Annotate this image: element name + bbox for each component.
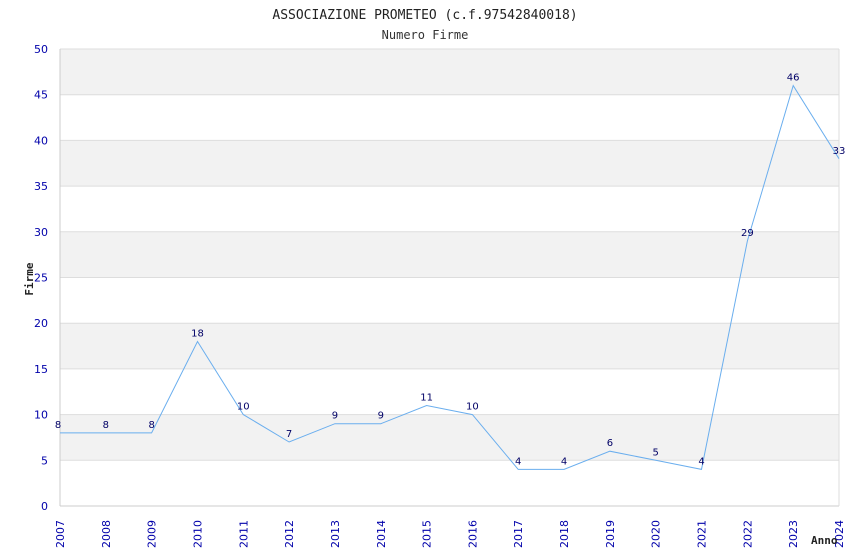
y-tick-label: 25: [34, 272, 48, 285]
band: [60, 231, 839, 278]
data-label: 9: [332, 411, 338, 422]
data-label: 10: [466, 402, 479, 413]
x-tick-label: 2022: [741, 520, 754, 548]
x-tick-label: 2007: [54, 520, 67, 548]
x-tick-label: 2015: [421, 520, 434, 548]
y-tick-label: 40: [34, 134, 48, 147]
band: [60, 323, 839, 369]
data-label: 5: [653, 447, 659, 458]
data-label: 4: [561, 456, 567, 467]
y-tick-label: 5: [41, 454, 48, 467]
y-tick-label: 35: [34, 180, 48, 193]
x-tick-label: 2012: [283, 520, 296, 548]
x-tick-label: 2013: [329, 520, 342, 548]
x-tick-label: 2009: [146, 520, 159, 548]
band: [60, 140, 839, 187]
y-tick-label: 30: [34, 226, 48, 239]
data-label: 11: [420, 392, 433, 403]
y-tick-labels: 0 5 10 15 20 25 30 35 40 45 50: [34, 43, 48, 513]
x-tick-label: 2014: [375, 520, 388, 548]
x-tick-label: 2021: [696, 520, 709, 548]
data-label: 4: [698, 456, 704, 467]
data-label: 10: [237, 402, 250, 413]
y-tick-label: 50: [34, 43, 48, 56]
x-tick-label: 2020: [650, 520, 663, 548]
line-chart: 05101520253035404550 2007 2008 2009 2010 201…: [23, 8, 846, 548]
y-tick-label: 45: [34, 89, 48, 102]
data-label: 33: [833, 146, 846, 157]
data-label: 8: [55, 420, 61, 431]
data-label: 46: [787, 73, 800, 84]
x-tick-label: 2017: [512, 520, 525, 548]
data-label: 29: [741, 228, 754, 239]
y-tick-label: 0: [41, 500, 48, 513]
data-label: 7: [286, 429, 292, 440]
x-tick-label: 2018: [558, 520, 571, 548]
data-label: 4: [515, 456, 521, 467]
x-tick-label: 2008: [100, 520, 113, 548]
x-tick-label: 2010: [191, 520, 204, 548]
y-tick-label: 10: [34, 409, 48, 422]
x-tick-label: 2016: [466, 520, 479, 548]
data-label: 9: [378, 411, 384, 422]
band: [60, 414, 839, 461]
y-tick-label: 20: [34, 317, 48, 330]
x-axis-title: Anno: [811, 534, 838, 547]
data-label: 8: [103, 420, 109, 431]
y-axis-title: Firme: [23, 262, 36, 295]
chart-subtitle: Numero Firme: [382, 28, 469, 42]
data-label: 8: [148, 420, 154, 431]
chart-title: ASSOCIAZIONE PROMETEO (c.f.97542840018): [272, 8, 577, 23]
data-label: 6: [607, 438, 613, 449]
y-tick-label: 15: [34, 363, 48, 376]
x-tick-labels: 2007 2008 2009 2010 2011 2012 2013 2014 2015 2016…: [54, 520, 846, 548]
x-tick-label: 2011: [237, 520, 250, 548]
band: [60, 49, 839, 95]
x-tick-label: 2023: [787, 520, 800, 548]
data-label: 18: [191, 328, 204, 339]
x-tick-label: 2019: [604, 520, 617, 548]
background-bands: [60, 49, 839, 461]
